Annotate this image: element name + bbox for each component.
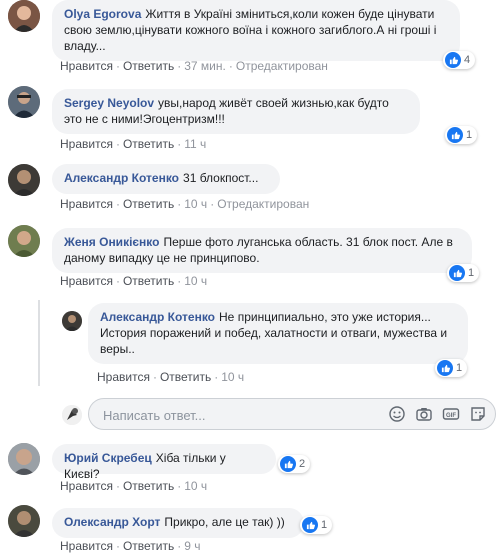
comment-bubble: Александр Котенко Не принципиально, это у… [88, 303, 468, 364]
like-button[interactable]: Нравится [60, 59, 113, 73]
comment-actions: Нравится · Ответить · 10 ч [60, 479, 208, 493]
reply-thread-line [38, 300, 40, 386]
like-button[interactable]: Нравится [60, 197, 113, 211]
comment-bubble: Sergey Neyolov увы,народ живёт своей жизн… [52, 89, 420, 134]
reaction-count[interactable]: 1 [300, 516, 333, 534]
reaction-count[interactable]: 1 [445, 126, 478, 144]
reply-input-box[interactable]: GIF [88, 398, 496, 430]
like-icon [449, 265, 465, 281]
like-icon [437, 360, 453, 376]
reply-button[interactable]: Ответить [160, 370, 211, 384]
reaction-count[interactable]: 4 [443, 51, 476, 69]
avatar[interactable] [62, 311, 82, 331]
comment-time[interactable]: 10 ч [184, 274, 207, 288]
comment-actions: Нравится · Ответить · 10 ч · Отредактирован [60, 197, 310, 211]
like-icon [280, 456, 296, 472]
comment-time[interactable]: 37 мин. [184, 59, 226, 73]
comment-actions: Нравится · Ответить · 10 ч [60, 274, 208, 288]
reaction-count[interactable]: 1 [447, 264, 480, 282]
comment-author[interactable]: Олександр Хорт [64, 515, 160, 529]
comment-time[interactable]: 10 ч [221, 370, 244, 384]
like-button[interactable]: Нравится [60, 539, 113, 553]
avatar[interactable] [8, 443, 40, 475]
reaction-count[interactable]: 2 [278, 455, 311, 473]
emoji-icon[interactable] [388, 405, 406, 423]
like-icon [447, 127, 463, 143]
like-button[interactable]: Нравится [97, 370, 150, 384]
like-button[interactable]: Нравится [60, 274, 113, 288]
comment-bubble: Olya Egorova Життя в Україні зміниться,ко… [52, 0, 460, 61]
reply-button[interactable]: Ответить [123, 197, 174, 211]
reply-button[interactable]: Ответить [123, 274, 174, 288]
avatar[interactable] [8, 86, 40, 118]
camera-icon[interactable] [415, 405, 433, 423]
gif-icon[interactable]: GIF [442, 405, 460, 423]
comment-actions: Нравится · Ответить · 37 мин. · Отредактирован [60, 59, 328, 73]
comment-actions: Нравится · Ответить · 11 ч [60, 137, 207, 151]
sticker-icon[interactable] [469, 405, 487, 423]
edited-label[interactable]: Отредактирован [236, 59, 328, 73]
like-button[interactable]: Нравится [60, 137, 113, 151]
comment-bubble: Александр Котенко 31 блокпост... [52, 164, 280, 194]
comment-author[interactable]: Александр Котенко [100, 310, 215, 324]
comment-author[interactable]: Женя Оникієнко [64, 235, 159, 249]
comment-time[interactable]: 10 ч [184, 197, 207, 211]
comment-actions: Нравится · Ответить · 10 ч [97, 370, 245, 384]
reply-button[interactable]: Ответить [123, 59, 174, 73]
reply-input[interactable] [101, 405, 385, 425]
comment-author[interactable]: Юрий Скребец [64, 451, 152, 465]
avatar[interactable] [8, 164, 40, 196]
comment-text: 31 блокпост... [183, 171, 259, 185]
reaction-count[interactable]: 1 [435, 359, 468, 377]
avatar[interactable] [8, 225, 40, 257]
avatar[interactable] [8, 505, 40, 537]
like-button[interactable]: Нравится [60, 479, 113, 493]
comment-bubble: Женя Оникієнко Перше фото луганська облас… [52, 228, 472, 273]
reply-button[interactable]: Ответить [123, 137, 174, 151]
comment-time[interactable]: 9 ч [184, 539, 200, 553]
edited-label[interactable]: Отредактирован [217, 197, 309, 211]
comment-author[interactable]: Sergey Neyolov [64, 96, 154, 110]
comment-actions: Нравится · Ответить · 9 ч [60, 539, 201, 553]
comment-bubble: Олександр Хорт Прикро, але це так) )) [52, 508, 304, 538]
comment-author[interactable]: Olya Egorova [64, 7, 141, 21]
comment-bubble: Юрий Скребец Хіба тільки у Києві? [52, 444, 276, 481]
comment-time[interactable]: 10 ч [184, 479, 207, 493]
svg-text:GIF: GIF [446, 413, 456, 419]
current-user-avatar [62, 405, 82, 425]
like-icon [302, 517, 318, 533]
comment-time[interactable]: 11 ч [184, 137, 206, 151]
comment-author[interactable]: Александр Котенко [64, 171, 179, 185]
avatar[interactable] [8, 0, 40, 32]
reply-button[interactable]: Ответить [123, 479, 174, 493]
input-icons: GIF [388, 405, 487, 423]
like-icon [445, 52, 461, 68]
reply-button[interactable]: Ответить [123, 539, 174, 553]
comment-text: Прикро, але це так) )) [164, 515, 285, 529]
